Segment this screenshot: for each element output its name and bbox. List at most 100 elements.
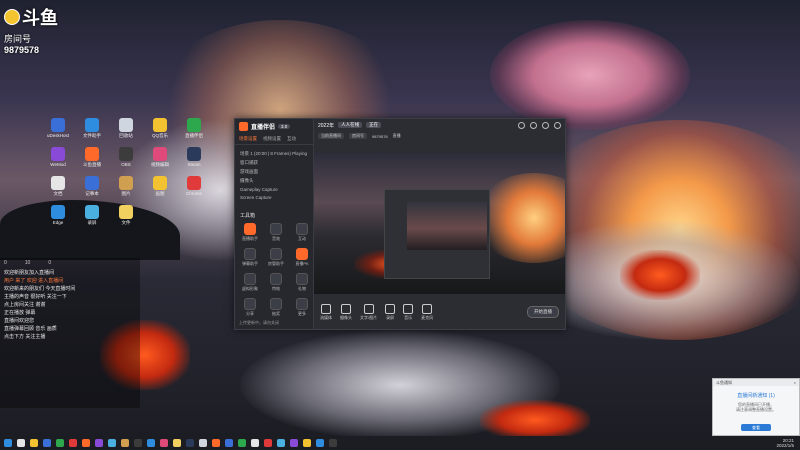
taskbar-app-icon[interactable] [199, 439, 207, 447]
source-icon [422, 303, 433, 314]
scene-item[interactable]: 游戏画面 [240, 169, 308, 175]
taskbar-app-icon[interactable] [160, 439, 168, 447]
scene-item[interactable]: 场景 1 (20:00 | 8 Frames) Playing Widgets [240, 151, 308, 157]
app-icon [187, 118, 201, 132]
tool-button[interactable]: 互动 [290, 223, 314, 242]
sidebar-tab[interactable]: 视频设置 [263, 136, 281, 142]
desktop-icon[interactable]: 直播伴侣 [180, 118, 208, 139]
desktop-icon[interactable]: Steam [180, 147, 208, 168]
source-button[interactable]: 摄像头 [340, 303, 352, 321]
taskbar-app-icon[interactable] [17, 439, 25, 447]
taskbar-app-icon[interactable] [186, 439, 194, 447]
tool-button[interactable]: 虚拟形象 [238, 273, 262, 292]
taskbar-app-icon[interactable] [30, 439, 38, 447]
desktop-icon-label: uDeskHost [46, 133, 69, 138]
desktop-icon[interactable]: 录屏 [78, 205, 106, 226]
scene-item[interactable]: 摄像头 [240, 178, 308, 184]
source-button[interactable]: 麦克风 [421, 303, 433, 321]
desktop-icon[interactable]: 图片 [112, 176, 140, 197]
tool-button[interactable]: 直播助手 [238, 223, 262, 242]
desktop-icon[interactable]: Chrome [180, 176, 208, 197]
close-icon[interactable]: × [794, 380, 796, 385]
app-icon [153, 147, 167, 161]
desktop-icon[interactable]: OBS [112, 147, 140, 168]
source-button[interactable]: 录屏 [385, 303, 396, 321]
source-button[interactable]: 流媒体 [320, 303, 332, 321]
taskbar-app-icon[interactable] [108, 439, 116, 447]
taskbar-app-icon[interactable] [56, 439, 64, 447]
taskbar-app-icon[interactable] [303, 439, 311, 447]
app-name: 直播伴侣 [251, 125, 276, 131]
taskbar-app-icon[interactable] [43, 439, 51, 447]
live-tag[interactable]: 正在 [366, 122, 382, 128]
taskbar-clock[interactable]: 20:21 2022/1/5 [776, 438, 794, 448]
tool-button[interactable]: 礼物 [290, 273, 314, 292]
desktop-icon[interactable]: 斗鱼直播 [78, 147, 106, 168]
taskbar-app-icon[interactable] [225, 439, 233, 447]
chat-message: 正在播放 弹幕 [4, 310, 36, 316]
maximize-icon[interactable] [542, 121, 549, 129]
taskbar-app-icon[interactable] [134, 439, 142, 447]
desktop-icon-label: 记事本 [85, 191, 99, 196]
taskbar-app-icon[interactable] [277, 439, 285, 447]
taskbar-app-icon[interactable] [264, 439, 272, 447]
taskbar-app-icon[interactable] [290, 439, 298, 447]
scene-item[interactable]: 窗口捕获 [240, 160, 308, 166]
sidebar-tab[interactable]: 互动 [287, 136, 296, 142]
notification-body: 您的直播间已开播， 请注意调整直播设置。 [713, 402, 799, 412]
notification-button[interactable]: 查看 [741, 424, 771, 431]
clock-date: 2022/1/5 [776, 443, 794, 448]
desktop-icon[interactable]: Edge [44, 205, 72, 226]
tool-button[interactable]: 更多 [290, 298, 314, 317]
desktop-icon[interactable]: 文件 [112, 205, 140, 226]
desktop-icon[interactable]: WeMod [44, 147, 72, 168]
tools-grid: 直播助手 音效 互动弹幕助手 房管助手 直播PK 虚拟形象 特效 礼物分享 抽奖 更多 [235, 219, 313, 321]
desktop-icon[interactable]: 视频编辑 [146, 147, 174, 168]
settings-icon[interactable] [518, 121, 525, 129]
source-button[interactable]: 文字/图片 [360, 303, 377, 321]
tool-icon [270, 273, 282, 285]
scene-item[interactable]: Screen Capture [240, 195, 308, 200]
app-logo-icon [239, 122, 248, 131]
tool-label: 礼物 [298, 286, 306, 291]
tool-label: 房管助手 [268, 261, 284, 266]
desktop-icon[interactable]: 回收站 [112, 118, 140, 139]
taskbar-app-icon[interactable] [121, 439, 129, 447]
taskbar-app-icon[interactable] [212, 439, 220, 447]
minimize-icon[interactable] [530, 121, 537, 129]
stream-preview[interactable] [314, 153, 565, 294]
taskbar-app-icon[interactable] [4, 439, 12, 447]
app-icon [187, 147, 201, 161]
desktop-icon[interactable]: 文档 [44, 176, 72, 197]
tool-button[interactable]: 分享 [238, 298, 262, 317]
close-icon[interactable] [554, 121, 561, 129]
tool-button[interactable]: 音效 [264, 223, 288, 242]
taskbar-app-icon[interactable] [238, 439, 246, 447]
desktop-icon[interactable]: 文件助手 [78, 118, 106, 139]
tool-button[interactable]: 直播PK [290, 248, 314, 267]
taskbar-app-icon[interactable] [95, 439, 103, 447]
taskbar-app-icon[interactable] [69, 439, 77, 447]
status-tag[interactable]: 人人在线 [338, 122, 363, 128]
tool-button[interactable]: 特效 [264, 273, 288, 292]
taskbar-app-icon[interactable] [251, 439, 259, 447]
taskbar-app-icon[interactable] [147, 439, 155, 447]
scene-item[interactable]: Gameplay Capture [240, 187, 308, 192]
taskbar-app-icon[interactable] [316, 439, 324, 447]
desktop-icon-label: 文件助手 [83, 133, 101, 138]
version-badge[interactable]: 3.0 [278, 124, 291, 129]
chat-stats: 0 10 0 [4, 260, 136, 266]
tool-button[interactable]: 弹幕助手 [238, 248, 262, 267]
tool-button[interactable]: 房管助手 [264, 248, 288, 267]
taskbar-app-icon[interactable] [329, 439, 337, 447]
taskbar-app-icon[interactable] [173, 439, 181, 447]
desktop-icon[interactable]: uDeskHost [44, 118, 72, 139]
desktop-icon[interactable]: QQ音乐 [146, 118, 174, 139]
desktop-icon[interactable]: 记事本 [78, 176, 106, 197]
desktop-icon[interactable]: 画图 [146, 176, 174, 197]
start-live-button[interactable]: 开始直播 [527, 306, 559, 318]
taskbar-app-icon[interactable] [82, 439, 90, 447]
sidebar-tab[interactable]: 场景设置 [239, 136, 257, 142]
source-button[interactable]: 音乐 [403, 303, 414, 321]
tool-button[interactable]: 抽奖 [264, 298, 288, 317]
